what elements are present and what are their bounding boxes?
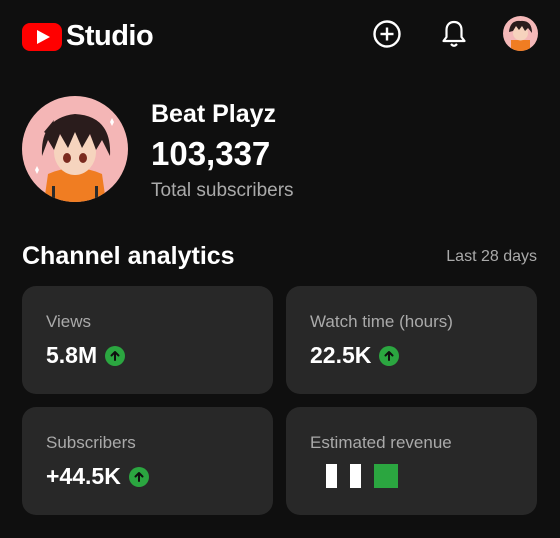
green-block	[374, 464, 398, 488]
revenue-redacted-blocks	[326, 464, 398, 488]
create-button[interactable]	[369, 16, 405, 52]
watch-time-card[interactable]: Watch time (hours) 22.5K	[286, 286, 537, 394]
analytics-period[interactable]: Last 28 days	[446, 248, 537, 266]
channel-avatar-image	[22, 96, 128, 202]
card-label: Subscribers	[46, 433, 136, 452]
bell-icon	[442, 20, 466, 47]
card-value: 5.8M	[46, 342, 98, 368]
white-block	[326, 464, 337, 488]
app-name: Studio	[66, 20, 154, 52]
white-block	[350, 464, 361, 488]
card-value: 22.5K	[310, 342, 372, 368]
card-label: Watch time (hours)	[310, 312, 453, 331]
channel-name: Beat Playz	[151, 100, 277, 128]
revenue-card[interactable]: Estimated revenue	[286, 407, 537, 515]
subscribers-card[interactable]: Subscribers +44.5K	[22, 407, 273, 515]
analytics-title: Channel analytics	[22, 242, 235, 270]
trend-up-icon	[379, 345, 400, 366]
subscriber-count: 103,337	[151, 135, 271, 172]
profile-avatar	[503, 16, 538, 51]
studio-logo[interactable]: Studio	[22, 20, 154, 53]
views-card[interactable]: Views 5.8M	[22, 286, 273, 394]
account-avatar[interactable]	[503, 16, 538, 51]
plus-circle-icon	[373, 20, 401, 48]
channel-avatar[interactable]	[22, 96, 128, 202]
card-value: +44.5K	[46, 463, 121, 489]
top-bar: Studio	[0, 0, 560, 70]
trend-up-icon	[105, 345, 126, 366]
channel-summary: Beat Playz 103,337 Total subscribers	[22, 96, 542, 206]
card-label: Estimated revenue	[310, 433, 452, 452]
trend-up-icon	[128, 466, 149, 487]
youtube-logo-icon	[22, 22, 62, 51]
card-label: Views	[46, 312, 92, 331]
notifications-button[interactable]	[436, 16, 472, 52]
subscriber-label: Total subscribers	[151, 180, 294, 201]
